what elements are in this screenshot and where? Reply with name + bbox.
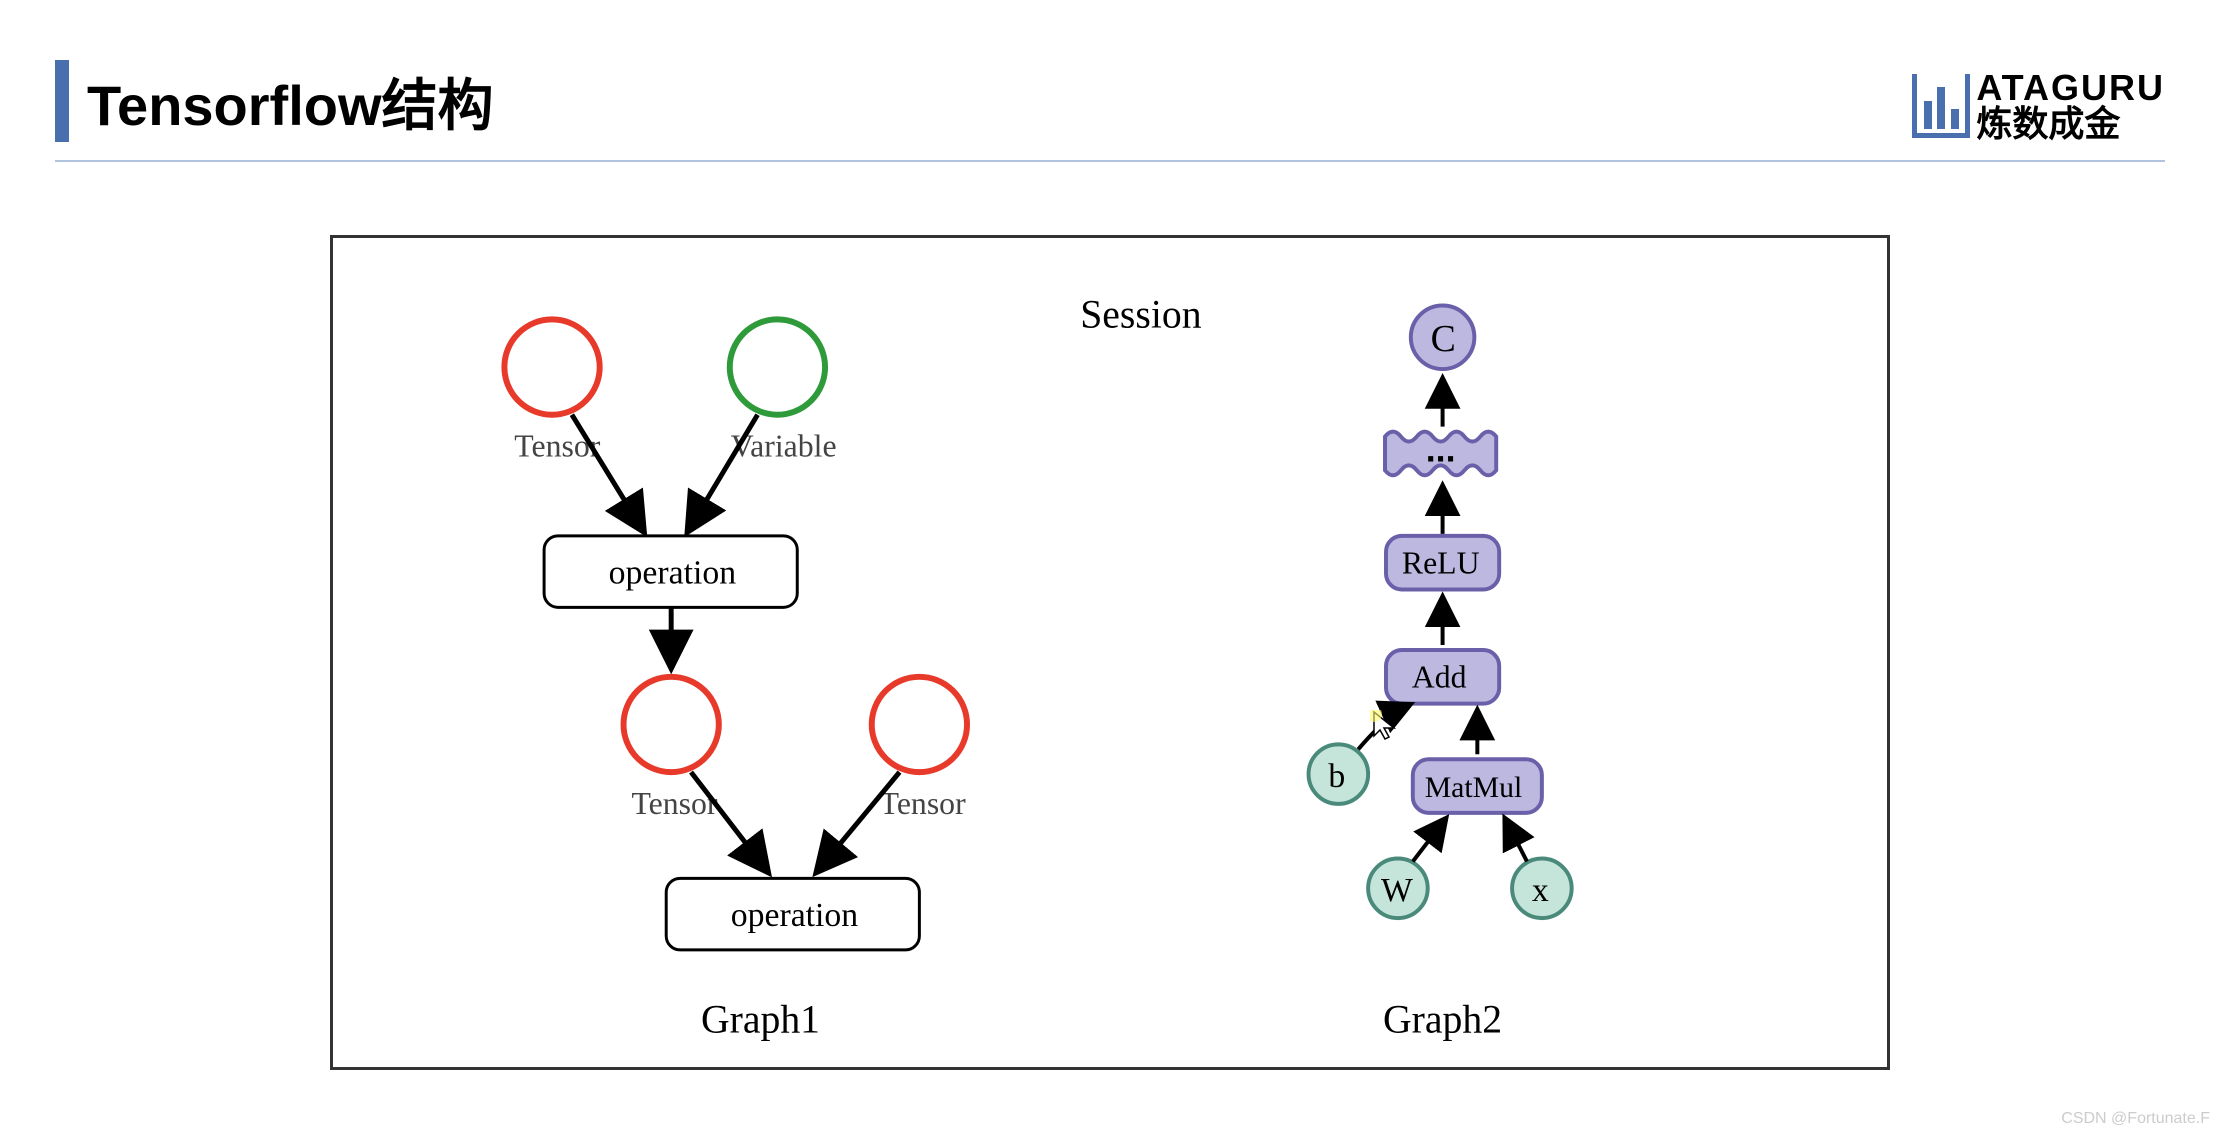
- node-add: Add: [1412, 660, 1467, 695]
- tensor-label-a: Tensor: [514, 428, 600, 463]
- dataguru-logo: ATAGURU 炼数成金: [1912, 70, 2165, 142]
- logo-line-1: ATAGURU: [1976, 70, 2165, 106]
- node-b: b: [1328, 758, 1345, 795]
- logo-bars-icon: [1912, 74, 1970, 138]
- arrow-b-add: [1358, 705, 1410, 750]
- node-c: C: [1431, 318, 1456, 360]
- node-dots: ...: [1426, 429, 1456, 469]
- arrow-x-matmul: [1505, 819, 1527, 862]
- node-w: W: [1381, 872, 1413, 909]
- watermark: CSDN @Fortunate.F: [2061, 1110, 2210, 1128]
- arrow-tensor2-op2: [691, 772, 767, 871]
- graph2-label: Graph2: [1383, 997, 1502, 1041]
- tensor-label-c: Tensor: [880, 786, 966, 821]
- logo-line-2: 炼数成金: [1976, 106, 2165, 142]
- operation-label-1: operation: [609, 554, 737, 591]
- variable-circle: [730, 319, 825, 414]
- session-label: Session: [1080, 292, 1201, 336]
- node-matmul: MatMul: [1425, 771, 1523, 804]
- arrow-tensor-op1: [572, 415, 643, 531]
- arrow-tensor3-op2: [817, 772, 899, 871]
- arrow-variable-op1: [688, 415, 757, 531]
- title-accent-bar: [55, 60, 69, 142]
- node-relu: ReLU: [1402, 546, 1480, 581]
- diagram-box: Session Tensor Variable operation Tensor…: [330, 235, 1890, 1070]
- node-x: x: [1532, 872, 1549, 909]
- arrow-w-matmul: [1413, 819, 1446, 862]
- tensor-circle-1: [504, 319, 599, 414]
- tensor-circle-2: [624, 677, 719, 772]
- graph1-label: Graph1: [701, 997, 820, 1041]
- operation-label-2: operation: [731, 897, 859, 934]
- tensor-circle-3: [872, 677, 967, 772]
- page-title: Tensorflow结构: [87, 61, 494, 142]
